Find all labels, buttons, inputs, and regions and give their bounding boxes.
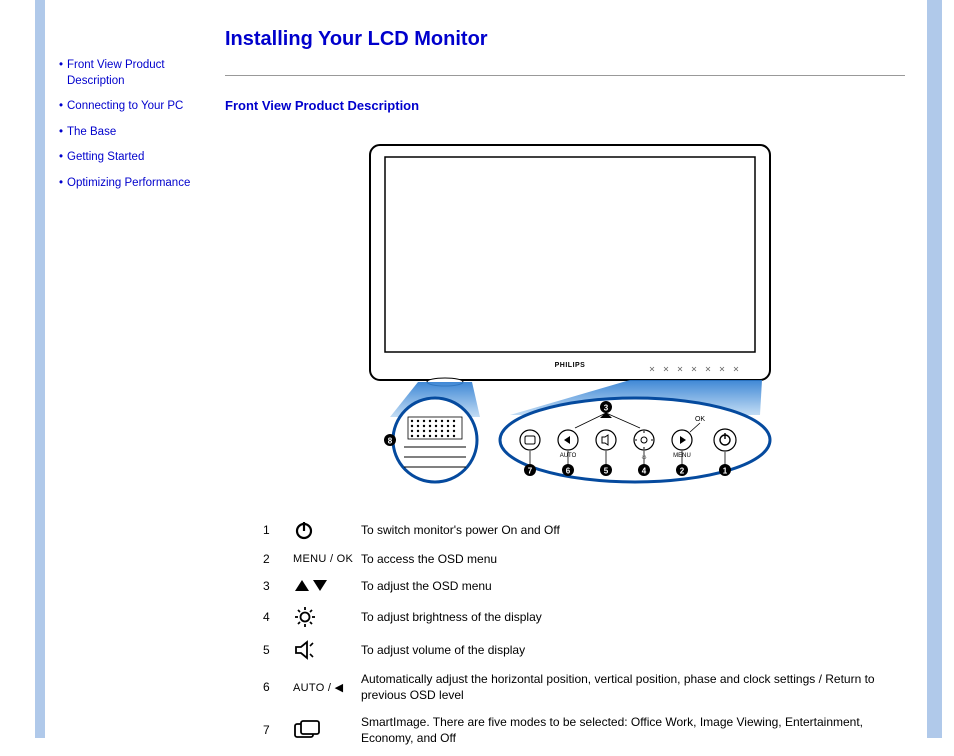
legend-desc: SmartImage. There are five modes to be s… — [361, 714, 903, 746]
legend-num: 3 — [263, 579, 293, 593]
main-content: Installing Your LCD Monitor Front View P… — [225, 28, 915, 756]
up-down-icon — [293, 577, 361, 595]
section-heading: Front View Product Description — [225, 98, 915, 113]
svg-text:2: 2 — [680, 467, 685, 476]
sidebar-nav: • Front View Product Description • Conne… — [55, 58, 205, 201]
sidebar-link[interactable]: Connecting to Your PC — [67, 99, 183, 115]
legend-num: 1 — [263, 523, 293, 537]
legend-num: 7 — [263, 723, 293, 737]
legend-row-6: 6 AUTO / ◀ Automatically adjust the hori… — [263, 671, 903, 703]
power-icon — [293, 519, 361, 541]
brand-label: PHILIPS — [555, 362, 586, 369]
sidebar-item-getting-started[interactable]: • Getting Started — [55, 150, 205, 166]
legend-desc: Automatically adjust the horizontal posi… — [361, 671, 903, 703]
brightness-icon — [293, 605, 361, 629]
sidebar-link[interactable]: Optimizing Performance — [67, 176, 190, 192]
svg-text:8: 8 — [388, 437, 393, 446]
sidebar-item-front-view[interactable]: • Front View Product Description — [55, 58, 205, 89]
sidebar-item-optimizing[interactable]: • Optimizing Performance — [55, 176, 205, 192]
menu-ok-label: MENU / OK — [293, 553, 361, 565]
svg-text:1: 1 — [723, 467, 728, 476]
bullet-icon: • — [55, 58, 67, 74]
legend-table: 1 To switch monitor's power On and Off 2… — [263, 519, 903, 746]
sidebar-link[interactable]: Getting Started — [67, 150, 144, 166]
bullet-icon: • — [55, 150, 67, 166]
detail-bubble-right: AUTO ☼ MENU — [500, 398, 770, 482]
legend-row-1: 1 To switch monitor's power On and Off — [263, 519, 903, 541]
sidebar-link[interactable]: The Base — [67, 125, 116, 141]
legend-num: 6 — [263, 680, 293, 694]
sidebar-link[interactable]: Front View Product Description — [67, 58, 205, 89]
legend-row-4: 4 To adjust brightness of the display — [263, 605, 903, 629]
legend-desc: To switch monitor's power On and Off — [361, 522, 903, 538]
legend-desc: To adjust the OSD menu — [361, 578, 903, 594]
bullet-icon: • — [55, 176, 67, 192]
legend-num: 4 — [263, 610, 293, 624]
sidebar-item-base[interactable]: • The Base — [55, 125, 205, 141]
svg-text:7: 7 — [528, 467, 533, 476]
legend-desc: To adjust volume of the display — [361, 642, 903, 658]
legend-row-3: 3 To adjust the OSD menu — [263, 577, 903, 595]
bullet-icon: • — [55, 125, 67, 141]
smartimage-icon — [293, 719, 361, 741]
monitor-diagram: PHILIPS — [330, 135, 810, 495]
bullet-icon: • — [55, 99, 67, 115]
legend-row-5: 5 To adjust volume of the display — [263, 639, 903, 661]
divider — [225, 75, 905, 76]
right-accent-stripe — [927, 0, 942, 738]
legend-desc: To adjust brightness of the display — [361, 609, 903, 625]
legend-row-2: 2 MENU / OK To access the OSD menu — [263, 551, 903, 567]
legend-num: 5 — [263, 643, 293, 657]
svg-text:OK: OK — [695, 416, 705, 423]
auto-back-label: AUTO / ◀ — [293, 681, 361, 694]
svg-text:3: 3 — [604, 404, 609, 413]
volume-icon — [293, 639, 361, 661]
legend-num: 2 — [263, 552, 293, 566]
svg-text:4: 4 — [642, 467, 647, 476]
left-accent-stripe — [35, 0, 45, 738]
legend-desc: To access the OSD menu — [361, 551, 903, 567]
sidebar-item-connecting[interactable]: • Connecting to Your PC — [55, 99, 205, 115]
page-title: Installing Your LCD Monitor — [225, 28, 915, 51]
legend-row-7: 7 SmartImage. There are five modes to be… — [263, 714, 903, 746]
svg-text:6: 6 — [566, 467, 571, 476]
svg-text:5: 5 — [604, 467, 609, 476]
